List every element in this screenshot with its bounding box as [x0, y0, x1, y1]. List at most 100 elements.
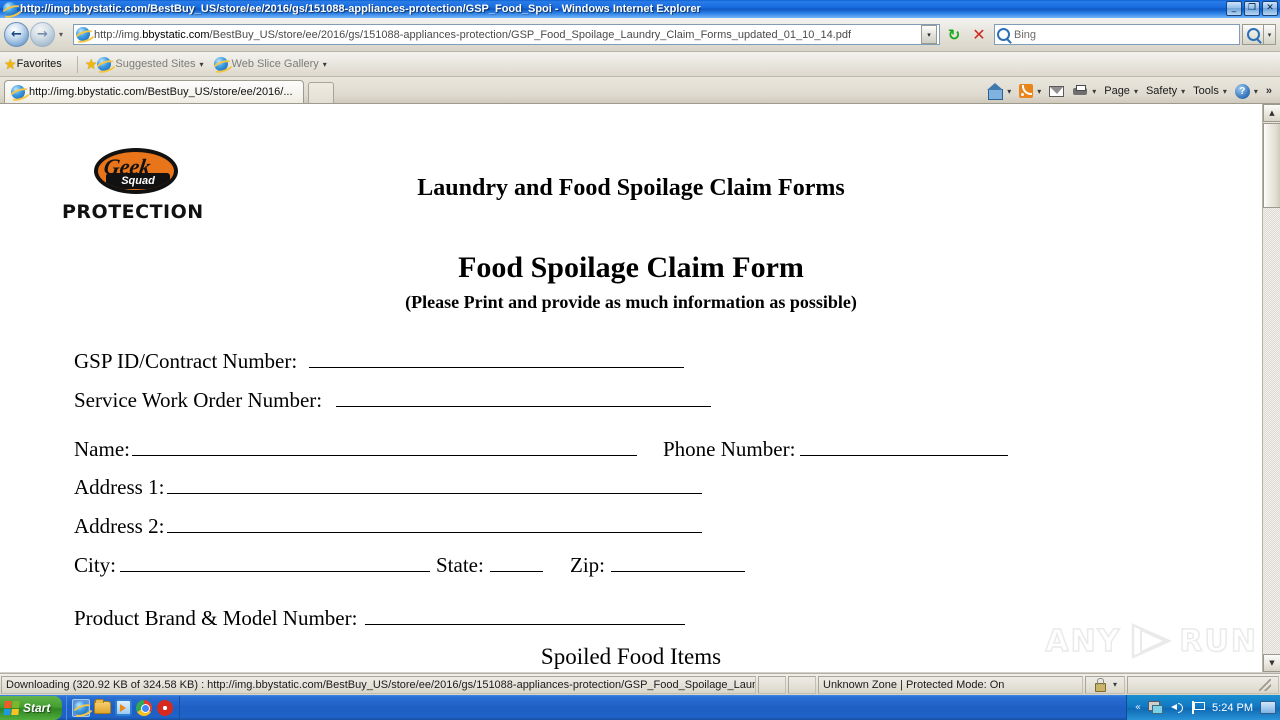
taskbar-item-internet-explorer[interactable]	[72, 698, 91, 717]
taskbar-item-google-chrome[interactable]	[135, 699, 153, 717]
new-tab-button[interactable]	[308, 82, 334, 103]
star-icon: ★	[4, 55, 17, 72]
close-button[interactable]: ✕	[1262, 1, 1278, 16]
page-menu[interactable]: Page ▾	[1100, 81, 1142, 102]
pdf-viewport[interactable]: Geek Squad PROTECTION Laundry and Food S…	[0, 104, 1280, 672]
anyrun-watermark: ANY RUN	[1045, 622, 1258, 660]
taskbar-item-windows-explorer[interactable]	[93, 699, 111, 717]
play-triangle-icon	[1127, 622, 1173, 660]
field-label: Name:	[74, 436, 130, 461]
zoom-level-cell[interactable]	[1127, 675, 1279, 694]
address-bar[interactable]: http://img.bbystatic.com/BestBuy_US/stor…	[73, 24, 940, 45]
overflow-button[interactable]: »	[1262, 81, 1276, 102]
forward-button[interactable]: →	[30, 22, 55, 47]
address-text: http://img.bbystatic.com/BestBuy_US/stor…	[94, 28, 852, 41]
chevron-down-icon: ▾	[322, 59, 327, 69]
feeds-button[interactable]: ▾	[1015, 81, 1045, 102]
address-dropdown-caret[interactable]: ▾	[921, 25, 937, 44]
field-label: Phone Number:	[663, 436, 796, 461]
field-state: State:	[436, 552, 543, 578]
window-title: http://img.bbystatic.com/BestBuy_US/stor…	[20, 3, 701, 15]
field-label: Service Work Order Number:	[74, 387, 323, 412]
field-label: Address 2:	[74, 513, 165, 538]
network-icon[interactable]	[1148, 701, 1164, 714]
field-label: Product Brand & Model Number:	[74, 605, 358, 630]
page-menu-label: Page	[1104, 85, 1130, 97]
field-blank[interactable]	[489, 552, 543, 572]
scrollbar-thumb[interactable]	[1263, 123, 1280, 208]
scroll-down-button[interactable]: ▼	[1263, 654, 1280, 672]
lock-icon	[1093, 678, 1106, 692]
document-title-1: Laundry and Food Spoilage Claim Forms	[417, 175, 845, 201]
home-button[interactable]: ▾	[983, 81, 1015, 102]
field-blank[interactable]	[800, 436, 1009, 456]
vertical-scrollbar[interactable]: ▲ ▼	[1262, 104, 1280, 672]
status-cell-extra-1	[758, 675, 786, 694]
printer-icon	[1072, 84, 1088, 98]
field-blank[interactable]	[365, 605, 686, 625]
protected-mode-indicator[interactable]: ▾	[1085, 675, 1125, 694]
taskbar-item-windows-media-player[interactable]	[114, 699, 132, 717]
chevron-down-icon: ▾	[1181, 86, 1186, 96]
action-center-flag-icon[interactable]	[1191, 701, 1206, 714]
field-blank[interactable]	[336, 387, 712, 407]
clock[interactable]: 5:24 PM	[1212, 702, 1253, 714]
taskbar-item-opera[interactable]	[156, 699, 174, 717]
page-favicon-icon	[76, 27, 91, 42]
search-input[interactable]: Bing	[994, 24, 1240, 45]
security-zone-label: Unknown Zone | Protected Mode: On	[818, 675, 1083, 694]
safety-menu[interactable]: Safety ▾	[1142, 81, 1189, 102]
field-blank[interactable]	[611, 552, 745, 572]
field-address-1: Address 1:	[74, 474, 703, 500]
title-bar: http://img.bbystatic.com/BestBuy_US/stor…	[0, 0, 1280, 18]
resize-grip[interactable]	[1132, 678, 1274, 691]
tab-bar: http://img.bbystatic.com/BestBuy_US/stor…	[0, 77, 1280, 104]
watermark-text-left: ANY	[1045, 623, 1122, 660]
help-menu[interactable]: ? ▾	[1231, 81, 1262, 102]
volume-icon[interactable]	[1170, 701, 1184, 714]
field-blank[interactable]	[120, 552, 431, 572]
refresh-icon[interactable]: ↻	[943, 24, 965, 46]
scroll-up-button[interactable]: ▲	[1263, 104, 1280, 122]
chevron-down-icon: ▾	[1133, 86, 1138, 96]
tab-active[interactable]: http://img.bbystatic.com/BestBuy_US/stor…	[4, 80, 304, 103]
stop-icon[interactable]: ✕	[968, 24, 990, 46]
web-slice-label: Web Slice Gallery	[231, 58, 319, 70]
field-address-2: Address 2:	[74, 513, 703, 539]
field-blank[interactable]	[167, 513, 703, 533]
home-icon	[987, 83, 1004, 100]
watermark-text-right: RUN	[1179, 623, 1258, 660]
tray-expand-icon[interactable]: «	[1135, 702, 1141, 713]
field-blank[interactable]	[309, 348, 685, 368]
status-cell-extra-2	[788, 675, 816, 694]
mail-icon	[1049, 85, 1065, 97]
field-phone-number: Phone Number:	[663, 436, 1009, 462]
field-blank[interactable]	[167, 474, 703, 494]
address-host: bbystatic.com	[142, 28, 210, 41]
recent-pages-caret[interactable]: ▾	[59, 30, 69, 39]
print-button[interactable]: ▾	[1068, 81, 1100, 102]
pdf-page: Geek Squad PROTECTION Laundry and Food S…	[0, 104, 1262, 672]
suggested-sites-button[interactable]: ★ Suggested Sites ▾	[85, 56, 204, 73]
show-desktop-button[interactable]	[1260, 701, 1276, 714]
search-go-button[interactable]	[1242, 24, 1264, 45]
help-icon: ?	[1234, 83, 1250, 99]
safety-menu-label: Safety	[1145, 85, 1178, 97]
start-button[interactable]: Start	[0, 695, 63, 720]
toolbar-divider	[76, 55, 78, 73]
logo-protection-text: PROTECTION	[62, 201, 204, 223]
search-provider-caret[interactable]: ▾	[1264, 24, 1276, 45]
web-slice-gallery-button[interactable]: Web Slice Gallery ▾	[213, 57, 327, 71]
mail-button[interactable]	[1045, 81, 1068, 102]
chevron-down-icon: ▾	[199, 59, 204, 69]
tab-label: http://img.bbystatic.com/BestBuy_US/stor…	[29, 86, 293, 98]
back-button[interactable]: ←	[4, 22, 29, 47]
restore-button[interactable]: ❐	[1244, 1, 1260, 16]
field-label: Zip:	[570, 552, 605, 577]
field-blank[interactable]	[131, 436, 637, 456]
field-label: City:	[74, 552, 117, 577]
favorites-button[interactable]: ★ Favorites	[4, 56, 62, 73]
tools-menu[interactable]: Tools ▾	[1189, 81, 1231, 102]
minimize-button[interactable]: _	[1226, 1, 1242, 16]
field-name: Name:	[74, 436, 637, 462]
